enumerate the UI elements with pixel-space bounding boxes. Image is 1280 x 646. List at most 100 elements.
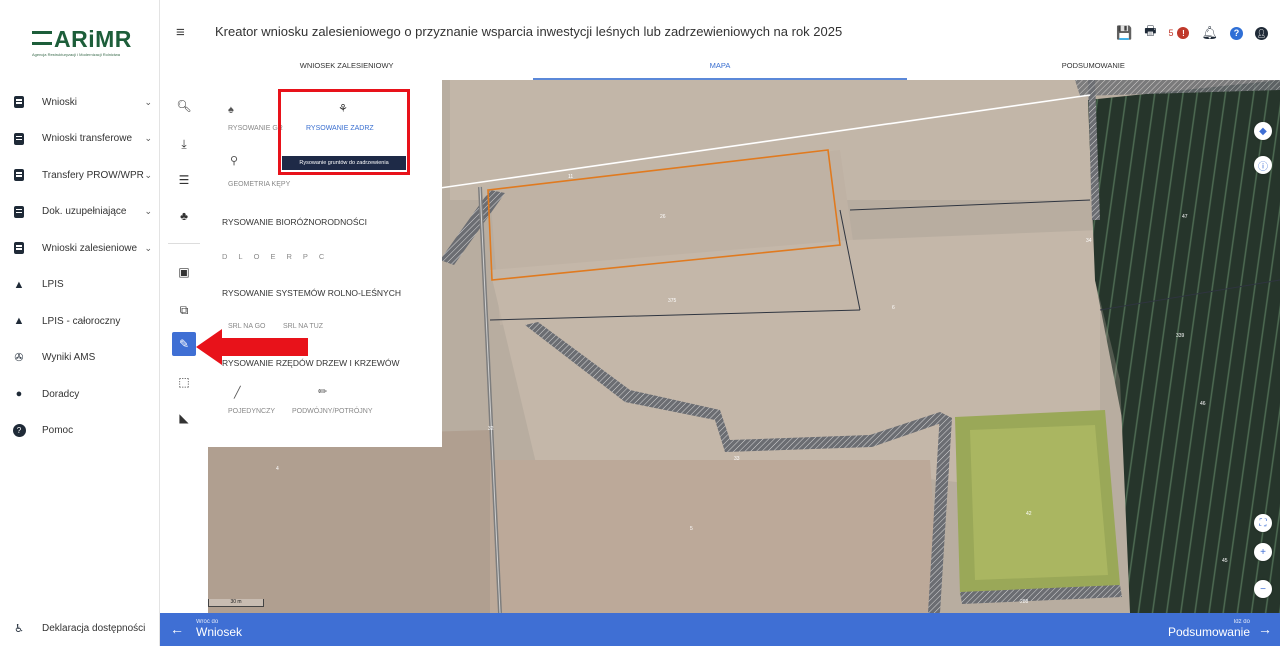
sidebar-item-wnioski[interactable]: Wnioski ⌄ [0, 84, 160, 121]
save-icon[interactable]: 💾 [1116, 25, 1132, 41]
logo-subtitle: Agencja Restrukturyzacji i Modernizacji … [32, 52, 121, 57]
rysowanie-gr-button[interactable]: RYSOWANIE GR [228, 125, 283, 132]
scale-bar: 30 m [208, 599, 264, 607]
arimr-logo[interactable]: ARiMR Agencja Restrukturyzacji i Moderni… [30, 20, 140, 60]
logo-text: ARiMR [32, 26, 132, 53]
accessibility-link[interactable]: ♿ Deklaracja dostępności [12, 618, 145, 638]
sidebar-item-label: LPIS - całoroczny [42, 315, 121, 327]
biodiversity-option-r[interactable]: R [286, 252, 291, 261]
bell-icon[interactable]: 🔔︎ [1201, 25, 1218, 41]
chevron-down-icon: ⌄ [144, 242, 152, 253]
sidebar-item-wnioski-transferowe[interactable]: Wnioski transferowe ⌄ [0, 121, 160, 158]
sidebar-item-label: Wnioski zalesieniowe [42, 242, 138, 254]
sidebar-item-lpis-caloroczny[interactable]: ▲ LPIS - całoroczny [0, 303, 160, 340]
document-icon [12, 132, 26, 146]
back-big-label: Wniosek [196, 625, 243, 639]
chevron-down-icon: ⌄ [144, 133, 152, 144]
section-bioroznorodnosc: RYSOWANIE BIORÓŻNORODNOŚCI [222, 217, 367, 227]
sidebar-item-label: Wyniki AMS [42, 352, 96, 364]
tab-podsumowanie[interactable]: PODSUMOWANIE [907, 56, 1280, 80]
sidebar-item-pomoc[interactable]: ? Pomoc [0, 413, 160, 450]
parcel-label: 47 [1182, 214, 1188, 220]
list-icon[interactable]: ☰ [172, 168, 196, 192]
sidebar-item-wyniki-ams[interactable]: ✇ Wyniki AMS [0, 340, 160, 377]
double-line-icon: ✏ [318, 386, 328, 398]
tree-icon: ♠ [228, 104, 234, 116]
forest-icon[interactable]: ♣ [172, 204, 196, 228]
biodiversity-option-d[interactable]: D [222, 252, 227, 261]
biodiversity-option-c[interactable]: C [319, 252, 324, 261]
arrow-right-icon: → [1258, 621, 1272, 637]
sidebar-item-label: LPIS [42, 279, 64, 291]
user-icon: ● [15, 388, 23, 401]
biodiversity-option-e[interactable]: E [270, 252, 275, 261]
geometria-kepy-button[interactable]: GEOMETRIA KĘPY [228, 181, 290, 188]
parcel-label: 4 [276, 466, 279, 472]
fullscreen-icon[interactable]: ⛶ [1254, 514, 1272, 532]
parcel-label: 42 [1026, 511, 1032, 517]
single-line-icon: ╱ [234, 387, 241, 399]
help-mark: ? [12, 424, 26, 438]
document-icon [12, 205, 26, 219]
notification-count: 5 [1168, 28, 1174, 38]
zoom-in-icon[interactable]: + [1254, 543, 1272, 561]
forward-text: Idź do Podsumowanie [1168, 619, 1250, 639]
chevron-down-icon: ⌄ [144, 206, 152, 217]
select-area-icon[interactable]: ⬚ [172, 370, 196, 394]
hamburger-menu-icon[interactable]: ≡ [176, 24, 185, 41]
forward-button[interactable]: Idź do Podsumowanie → [1168, 619, 1272, 639]
sidebar-item-label: Pomoc [42, 425, 74, 437]
pojedynczy-button[interactable]: POJEDYNCZY [228, 408, 275, 415]
zoom-out-icon[interactable]: − [1254, 580, 1272, 598]
section-rolno-lesne: RYSOWANIE SYSTEMÓW ROLNO-LEŚNYCH [222, 288, 401, 298]
parcel-label: 288 [1020, 599, 1029, 605]
parcel-label: 339 [1176, 333, 1185, 339]
document-icon [12, 241, 26, 255]
user-account-icon[interactable]: 👤︎ [1255, 26, 1268, 40]
print-icon[interactable]: 🖶 [1144, 22, 1156, 44]
sidebar-item-dok-uzupelniajace[interactable]: Dok. uzupełniające ⌄ [0, 194, 160, 231]
biodiversity-option-p[interactable]: P [303, 252, 308, 261]
info-icon[interactable]: ⓘ [1254, 156, 1272, 174]
measure-icon[interactable]: ◣ [172, 406, 196, 430]
sidebar-item-label: Dok. uzupełniające [42, 206, 127, 218]
sidebar-nav: Wnioski ⌄ Wnioski transferowe ⌄ Transfer… [0, 84, 160, 449]
sidebar-item-label: Wnioski [42, 96, 78, 108]
chevron-down-icon: ⌄ [144, 169, 152, 180]
parcel-label: 11 [568, 174, 573, 180]
download-icon[interactable]: ⤓ [172, 132, 196, 156]
logo-mark-icon [32, 31, 52, 45]
podwojny-potrojny-button[interactable]: PODWÓJNY/POTRÓJNY [292, 408, 373, 415]
parcel-label: 26 [660, 214, 666, 220]
map-pin-icon: ⚲ [230, 155, 239, 167]
tab-mapa[interactable]: MAPA [533, 56, 907, 80]
back-text: Wróć do Wniosek [196, 619, 242, 639]
draw-pencil-icon[interactable]: ✎ [172, 332, 196, 356]
layers-icon[interactable]: ◆ [1254, 122, 1272, 140]
parcel-label: 45 [1222, 558, 1228, 564]
mountain-icon: ▲ [13, 278, 25, 291]
chevron-down-icon: ⌄ [144, 96, 152, 107]
sidebar-item-wnioski-zalesieniowe[interactable]: Wnioski zalesieniowe ⌄ [0, 230, 160, 267]
red-arrow-annotation [196, 329, 308, 365]
sidebar: ARiMR Agencja Restrukturyzacji i Moderni… [0, 0, 160, 646]
biodiversity-option-l[interactable]: L [238, 252, 242, 261]
document-icon [12, 168, 26, 182]
alert-icon[interactable]: ! [1177, 27, 1190, 39]
tab-wniosek-zalesieniowy[interactable]: WNIOSEK ZALESIENIOWY [160, 56, 533, 80]
parcel-label: 33 [734, 456, 740, 462]
sidebar-item-transfery[interactable]: Transfery PROW/WPR ⌄ [0, 157, 160, 194]
header-actions: 💾 🖶 5 ! 🔔︎ ? 👤︎ [1116, 22, 1268, 44]
search-icon[interactable]: 🔍︎ [172, 94, 196, 118]
back-button[interactable]: ← Wróć do Wniosek [170, 619, 242, 639]
sidebar-item-lpis[interactable]: ▲ LPIS [0, 267, 160, 304]
sidebar-item-label: Transfery PROW/WPR [42, 169, 144, 181]
header: ≡ Kreator wniosku zalesieniowego o przyz… [160, 0, 1280, 80]
sidebar-item-doradcy[interactable]: ● Doradcy [0, 376, 160, 413]
frame-icon[interactable]: ▣ [172, 260, 196, 284]
copy-polygon-icon[interactable]: ⧉ [172, 298, 196, 322]
back-small-label: Wróć do [196, 619, 219, 625]
page-title: Kreator wniosku zalesieniowego o przyzna… [215, 24, 843, 39]
biodiversity-option-o[interactable]: O [254, 252, 260, 261]
help-icon[interactable]: ? [1230, 26, 1243, 40]
